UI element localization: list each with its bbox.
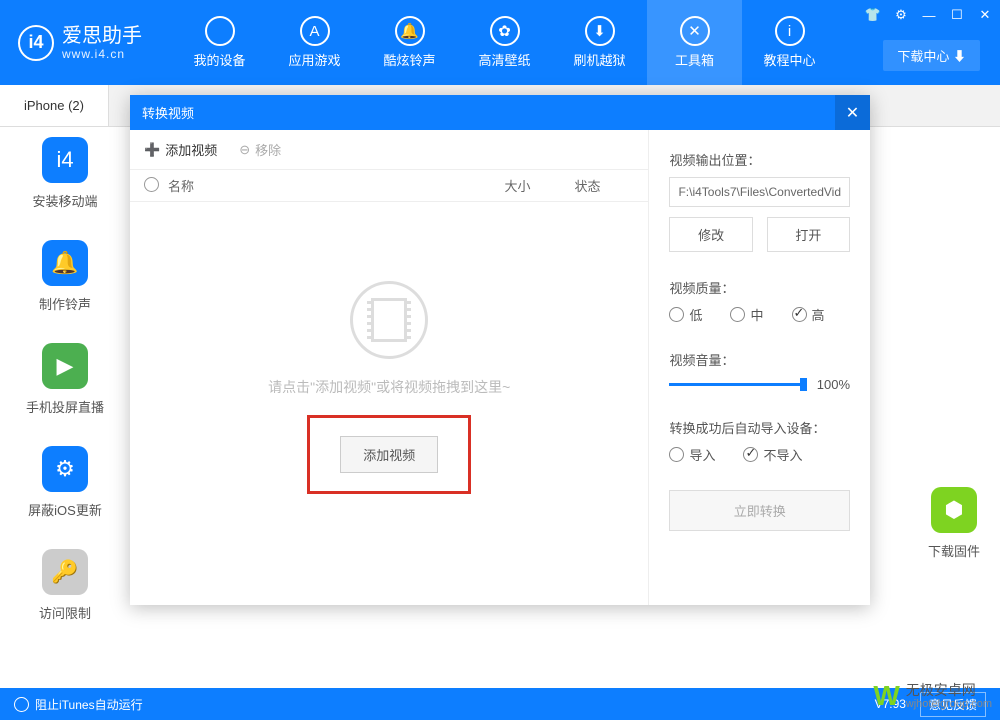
modal-left-panel: ➕添加视频 ⊖移除 名称 大小 状态 请点击"添加视频"或将视频拖拽到这里~ 添… [130, 130, 649, 605]
modal-right-panel: 视频输出位置： F:\i4Tools7\Files\ConvertedVid 修… [649, 130, 870, 605]
cube-icon: ⬢ [931, 487, 977, 533]
convert-video-modal: 转换视频 ✕ ➕添加视频 ⊖移除 名称 大小 状态 请点击"添加视频"或将视频拖… [130, 95, 870, 605]
main-nav: 我的设备 A应用游戏 🔔酷炫铃声 ✿高清壁纸 ⬇刷机越狱 ✕工具箱 i教程中心 [172, 0, 837, 85]
volume-value: 100% [817, 377, 850, 392]
bell-icon: 🔔 [395, 16, 425, 46]
play-icon: ▶ [42, 343, 88, 389]
import-no-radio[interactable]: 不导入 [743, 445, 802, 464]
film-icon [350, 281, 428, 359]
maximize-button[interactable]: ☐ [948, 6, 966, 24]
output-path-field: F:\i4Tools7\Files\ConvertedVid [669, 177, 850, 207]
app-icon: A [300, 16, 330, 46]
minimize-button[interactable]: — [920, 6, 938, 24]
volume-label: 视频音量： [669, 350, 850, 369]
highlight-annotation: 添加视频 [307, 415, 471, 494]
watermark-sub: wjhotelgroup.com [906, 698, 992, 711]
modal-close-button[interactable]: ✕ [835, 95, 870, 130]
output-path-label: 视频输出位置： [669, 150, 850, 169]
download-icon: ⬇ [585, 16, 615, 46]
logo-icon: i4 [18, 25, 54, 61]
window-controls: 👕 ⚙ — ☐ ✕ [864, 6, 994, 24]
empty-hint-text: 请点击"添加视频"或将视频拖拽到这里~ [268, 377, 510, 397]
open-path-button[interactable]: 打开 [767, 217, 850, 252]
download-center-button[interactable]: 下载中心 ⬇ [883, 40, 980, 71]
quality-low-radio[interactable]: 低 [669, 305, 702, 324]
info-icon: i [775, 16, 805, 46]
app-header: i4 爱思助手 www.i4.cn 我的设备 A应用游戏 🔔酷炫铃声 ✿高清壁纸… [0, 0, 1000, 85]
modify-path-button[interactable]: 修改 [669, 217, 752, 252]
settings-icon[interactable]: ⚙ [892, 6, 910, 24]
add-icon: ➕ [144, 142, 160, 158]
nav-jailbreak[interactable]: ⬇刷机越狱 [552, 0, 647, 85]
toolbar-remove: ⊖移除 [239, 140, 281, 159]
nav-tutorials[interactable]: i教程中心 [742, 0, 837, 85]
bell-icon: 🔔 [42, 240, 88, 286]
tool-block-ios-update[interactable]: ⚙屏蔽iOS更新 [0, 446, 130, 519]
nav-apps[interactable]: A应用游戏 [267, 0, 362, 85]
nav-ringtones[interactable]: 🔔酷炫铃声 [362, 0, 457, 85]
flower-icon: ✿ [490, 16, 520, 46]
remove-icon: ⊖ [239, 142, 250, 158]
add-video-button[interactable]: 添加视频 [340, 436, 438, 473]
i4-icon: i4 [42, 137, 88, 183]
empty-drop-area[interactable]: 请点击"添加视频"或将视频拖拽到这里~ 添加视频 [130, 202, 648, 572]
gear-icon: ⚙ [42, 446, 88, 492]
itunes-toggle[interactable]: 阻止iTunes自动运行 [14, 696, 143, 713]
close-button[interactable]: ✕ [976, 6, 994, 24]
side-tools: i4安装移动端 🔔制作铃声 ▶手机投屏直播 ⚙屏蔽iOS更新 🔑访问限制 [0, 137, 130, 652]
video-list-header: 名称 大小 状态 [130, 170, 648, 202]
quality-label: 视频质量： [669, 278, 850, 297]
shirt-icon[interactable]: 👕 [864, 6, 882, 24]
auto-import-label: 转换成功后自动导入设备： [669, 418, 850, 437]
toolbar-add-video[interactable]: ➕添加视频 [144, 140, 217, 159]
modal-title: 转换视频 [142, 103, 194, 122]
column-size: 大小 [504, 176, 574, 195]
tool-screen-cast[interactable]: ▶手机投屏直播 [0, 343, 130, 416]
app-title: 爱思助手 [62, 25, 142, 47]
modal-toolbar: ➕添加视频 ⊖移除 [130, 130, 648, 170]
convert-now-button: 立即转换 [669, 490, 850, 531]
import-yes-radio[interactable]: 导入 [669, 445, 715, 464]
tool-access-restriction[interactable]: 🔑访问限制 [0, 549, 130, 622]
quality-mid-radio[interactable]: 中 [730, 305, 763, 324]
app-subtitle: www.i4.cn [62, 47, 142, 61]
select-all-checkbox[interactable] [144, 177, 159, 192]
tool-install-mobile[interactable]: i4安装移动端 [0, 137, 130, 210]
modal-title-bar: 转换视频 ✕ [130, 95, 870, 130]
volume-slider[interactable] [669, 383, 806, 386]
logo-area: i4 爱思助手 www.i4.cn [0, 25, 142, 61]
key-icon: 🔑 [42, 549, 88, 595]
tool-make-ringtone[interactable]: 🔔制作铃声 [0, 240, 130, 313]
nav-wallpaper[interactable]: ✿高清壁纸 [457, 0, 552, 85]
nav-toolbox[interactable]: ✕工具箱 [647, 0, 742, 85]
tab-iphone[interactable]: iPhone (2) [0, 85, 109, 126]
quality-high-radio[interactable]: 高 [792, 305, 825, 324]
status-bar: 阻止iTunes自动运行 V7.93 意见反馈 [0, 688, 1000, 720]
tools-icon: ✕ [680, 16, 710, 46]
nav-my-device[interactable]: 我的设备 [172, 0, 267, 85]
toggle-icon [14, 697, 29, 712]
apple-icon [205, 16, 235, 46]
column-name: 名称 [168, 176, 504, 195]
column-status: 状态 [574, 176, 634, 195]
watermark: W 无极安卓网 wjhotelgroup.com [873, 680, 992, 712]
watermark-icon: W [873, 680, 899, 712]
watermark-title: 无极安卓网 [906, 682, 992, 698]
tool-download-firmware[interactable]: ⬢ 下载固件 [928, 487, 980, 560]
